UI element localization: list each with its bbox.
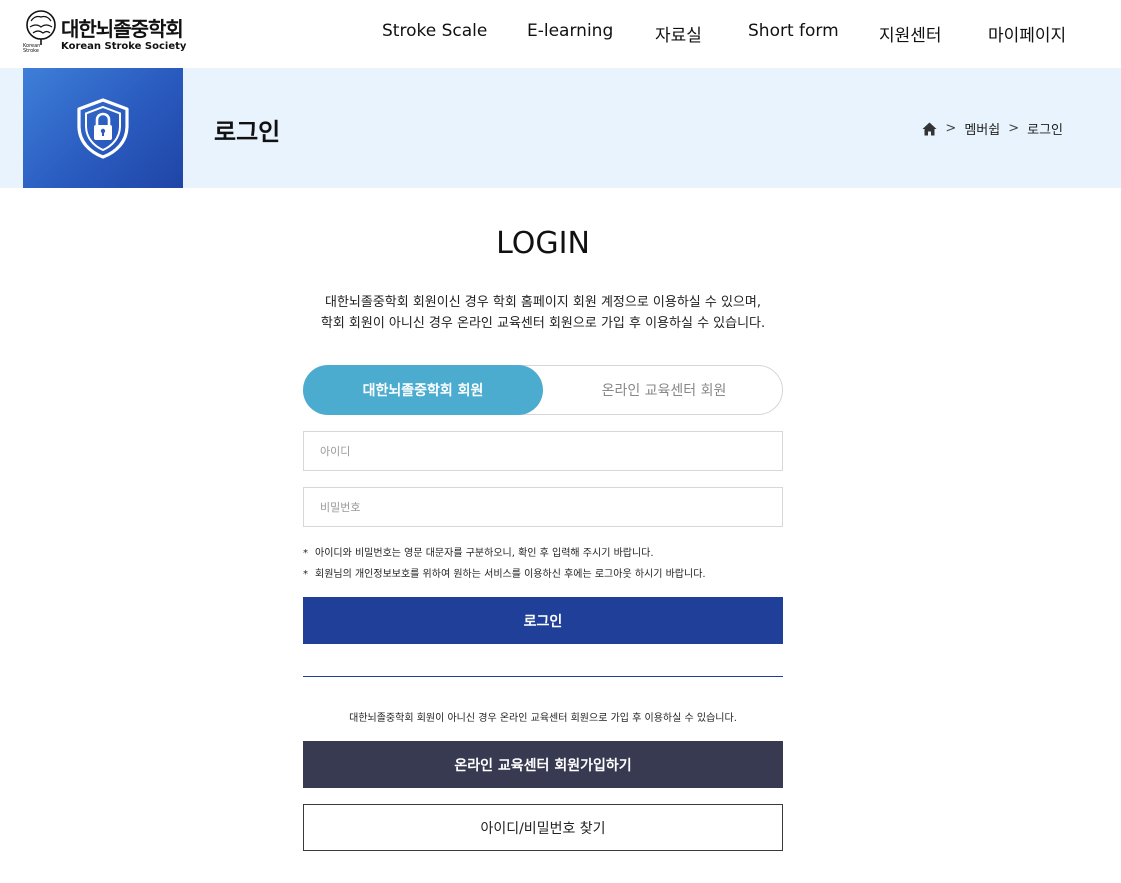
shield-lock-icon (77, 98, 129, 159)
signup-button[interactable]: 온라인 교육센터 회원가입하기 (303, 741, 783, 788)
intro-line-2: 학회 회원이 아니신 경우 온라인 교육센터 회원으로 가입 후 이용하실 수 … (320, 316, 766, 331)
note-marker: * (303, 548, 308, 559)
note-text-logout: 회원님의 개인정보보호를 위하여 원하는 서비스를 이용하신 후에는 로그아웃 … (315, 569, 706, 580)
nav-support-center[interactable]: 지원센터 (879, 21, 942, 46)
find-id-password-button[interactable]: 아이디/비밀번호 찾기 (303, 804, 783, 851)
breadcrumb-item-login: 로그인 (1027, 123, 1063, 138)
page-title: 로그인 (214, 118, 281, 146)
login-button[interactable]: 로그인 (303, 597, 783, 644)
home-icon[interactable] (922, 122, 937, 136)
note-marker: * (303, 569, 308, 580)
brain-logo-icon: Korean Stroke (23, 10, 56, 54)
breadcrumb-item-membership[interactable]: 멤버쉽 (964, 119, 1000, 138)
login-notes: * 아이디와 비밀번호는 영문 대문자를 구분하오니, 확인 후 입력해 주시기 … (303, 543, 706, 585)
note-item: * 회원님의 개인정보보호를 위하여 원하는 서비스를 이용하신 후에는 로그아웃… (303, 564, 706, 585)
breadcrumb-separator: > (1008, 121, 1020, 136)
nav-my-page[interactable]: 마이페이지 (988, 21, 1066, 46)
nav-e-learning[interactable]: E-learning (527, 21, 613, 41)
logo-title: 대한뇌졸중학회 (61, 17, 184, 41)
note-item: * 아이디와 비밀번호는 영문 대문자를 구분하오니, 확인 후 입력해 주시기 … (303, 543, 706, 564)
nav-stroke-scale[interactable]: Stroke Scale (382, 21, 487, 41)
id-input[interactable] (303, 431, 783, 471)
breadcrumb-separator: > (945, 121, 957, 136)
signup-note: 대한뇌졸중학회 회원이 아니신 경우 온라인 교육센터 회원으로 가입 후 이용… (349, 713, 737, 724)
password-input[interactable] (303, 487, 783, 527)
breadcrumb: > 멤버쉽 > 로그인 (922, 119, 1063, 138)
tab-society-member[interactable]: 대한뇌졸중학회 회원 (303, 365, 543, 415)
login-heading: LOGIN (496, 226, 590, 261)
logo-subtitle: Korean Stroke Society (61, 41, 187, 52)
login-intro: 대한뇌졸중학회 회원이신 경우 학회 홈페이지 회원 계정으로 이용하실 수 있… (0, 292, 1086, 334)
page-banner: 로그인 > 멤버쉽 > 로그인 (0, 68, 1121, 188)
site-header: Korean Stroke 대한뇌졸중학회 Korean Stroke Soci… (0, 0, 1121, 68)
nav-resources[interactable]: 자료실 (655, 21, 702, 46)
svg-text:Stroke: Stroke (23, 48, 39, 54)
banner-icon-box (23, 68, 183, 188)
divider (303, 676, 783, 677)
member-type-tabs: 대한뇌졸중학회 회원 온라인 교육센터 회원 (303, 365, 783, 415)
note-text-case-sensitive: 아이디와 비밀번호는 영문 대문자를 구분하오니, 확인 후 입력해 주시기 바… (315, 548, 654, 559)
intro-line-1: 대한뇌졸중학회 회원이신 경우 학회 홈페이지 회원 계정으로 이용하실 수 있… (324, 295, 761, 310)
tab-online-education-member[interactable]: 온라인 교육센터 회원 (544, 365, 784, 415)
nav-short-form[interactable]: Short form (748, 21, 839, 41)
site-logo[interactable]: Korean Stroke 대한뇌졸중학회 Korean Stroke Soci… (23, 9, 186, 57)
